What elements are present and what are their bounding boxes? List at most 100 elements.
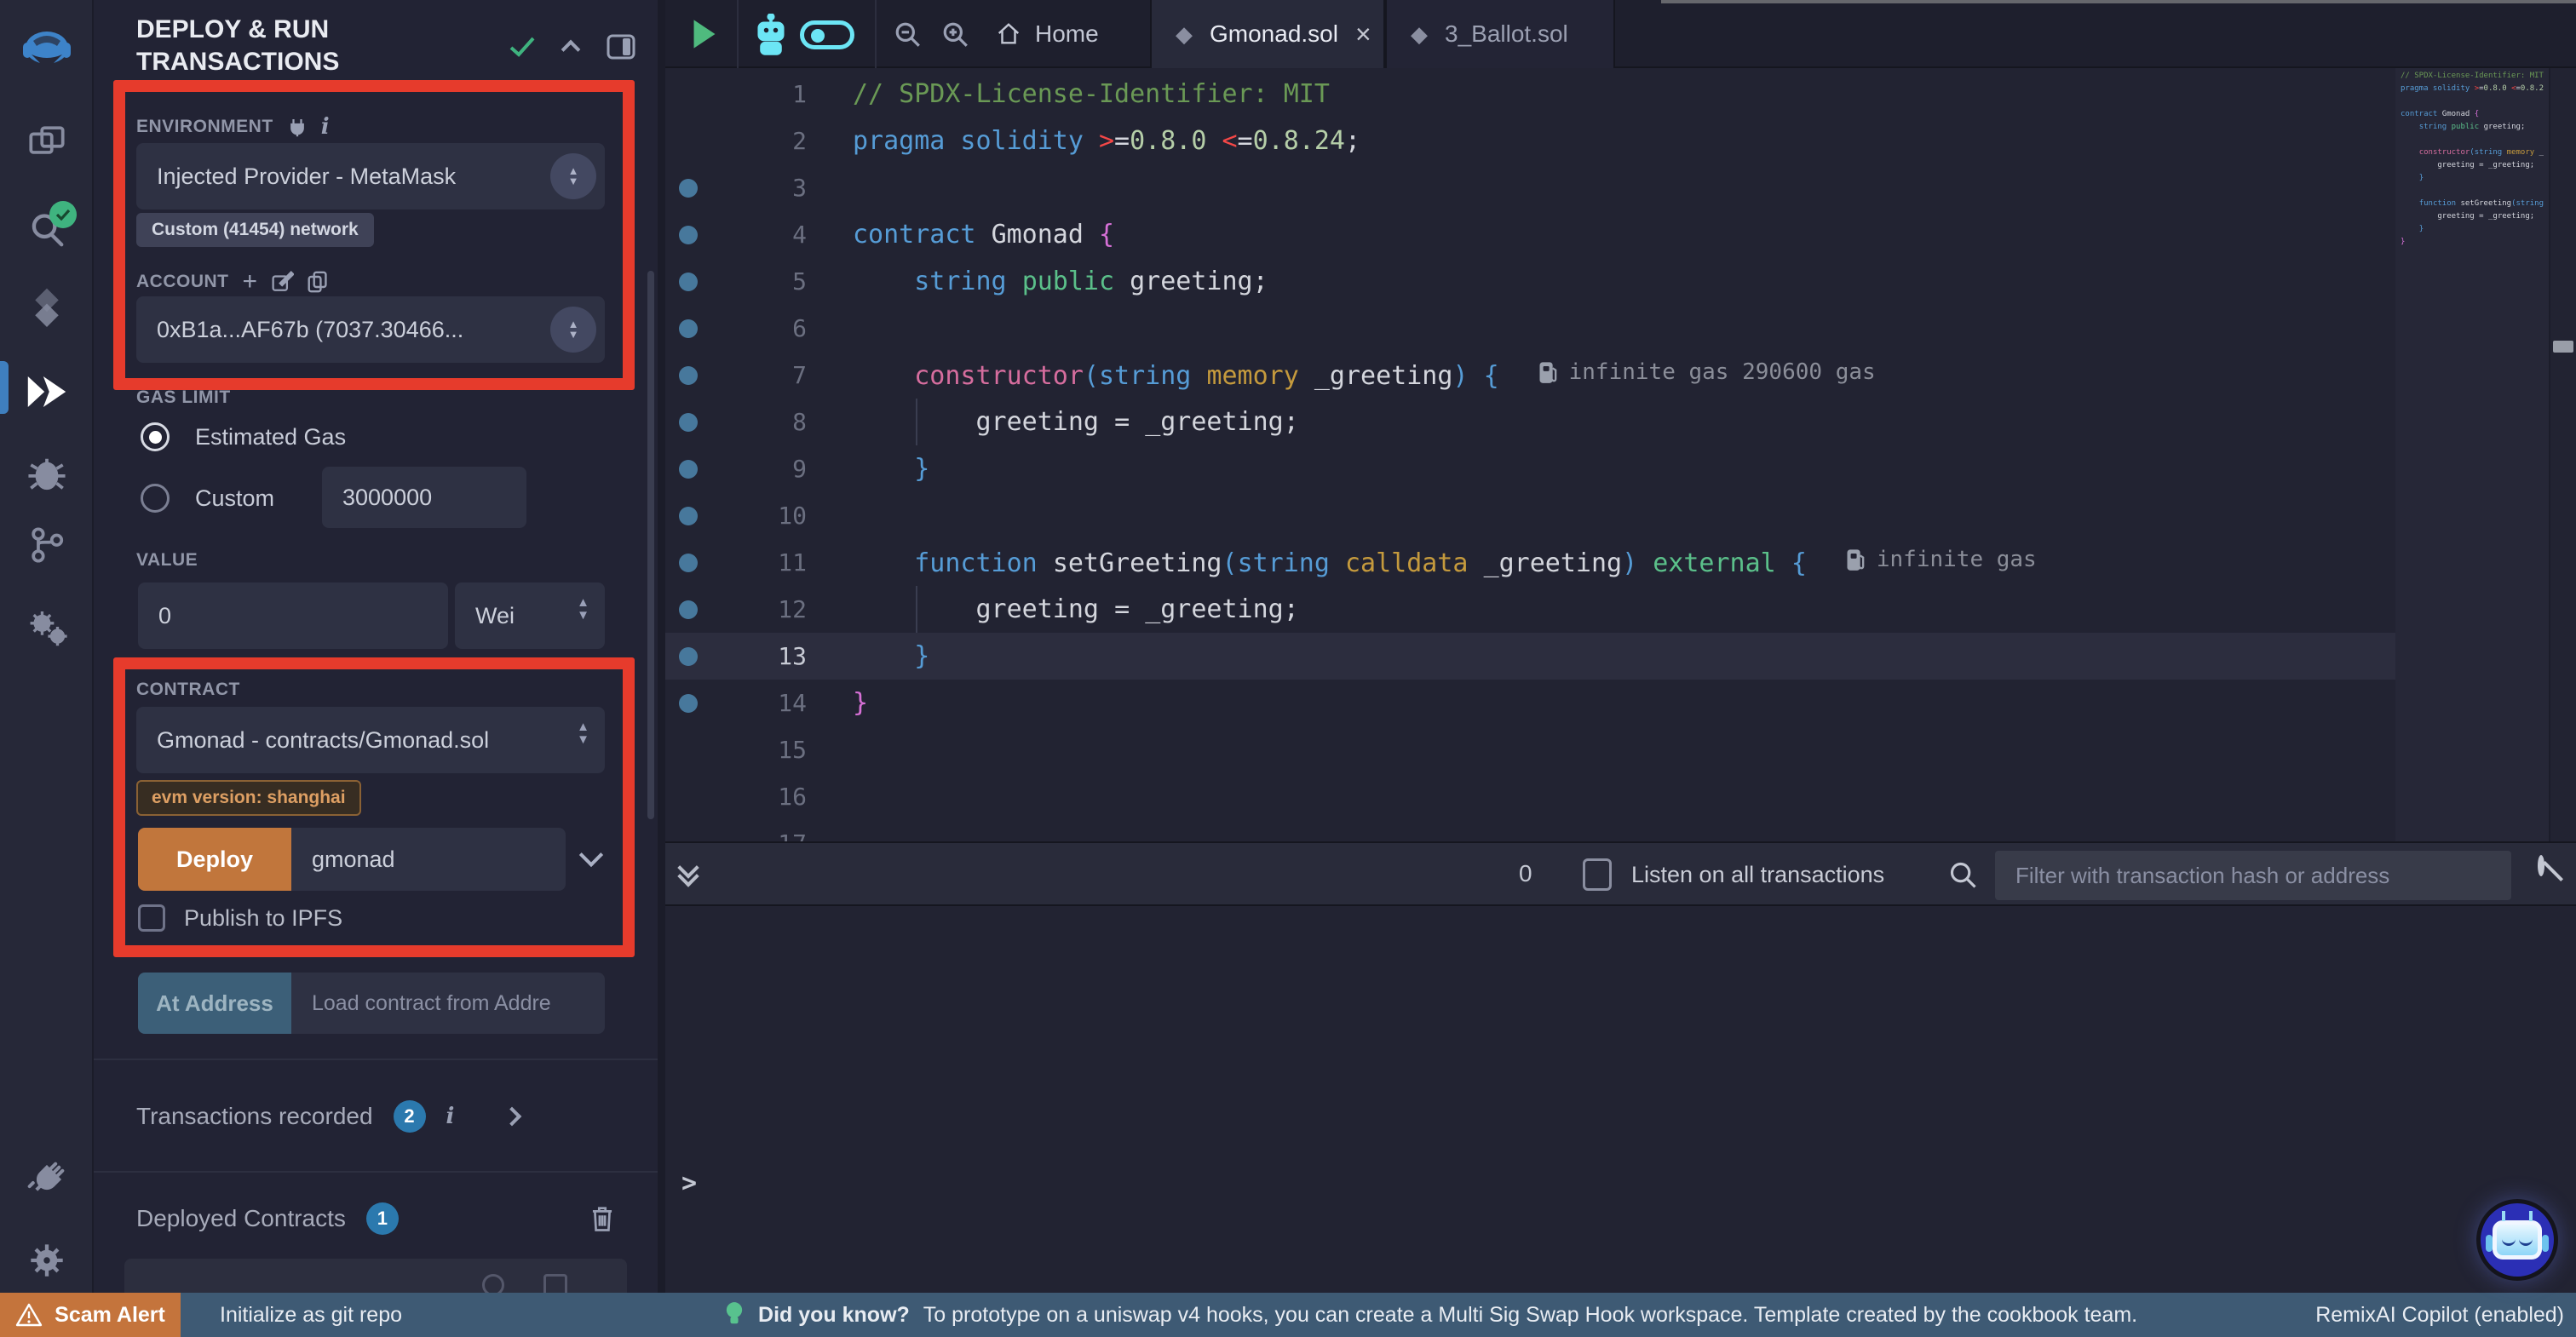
status-bar: Scam Alert Initialize as git repo Did yo… — [0, 1293, 2576, 1337]
line-marker-dot[interactable] — [665, 694, 711, 713]
code-line-11[interactable]: 11 function setGreeting(string calldata … — [665, 539, 2395, 586]
code-line-17[interactable]: 17 — [665, 820, 2395, 841]
line-marker-dot[interactable] — [665, 647, 711, 666]
scam-alert-button[interactable]: Scam Alert — [0, 1293, 181, 1337]
code-line-5[interactable]: 5 string public greeting; — [665, 258, 2395, 305]
tab-ballot[interactable]: ◆ 3_Ballot.sol — [1385, 0, 1615, 68]
line-marker-dot[interactable] — [665, 600, 711, 619]
publish-ipfs-row[interactable]: Publish to IPFS — [138, 904, 342, 932]
value-input[interactable] — [138, 582, 448, 649]
listen-transactions-checkbox[interactable] — [1583, 858, 1612, 891]
remix-logo-icon[interactable] — [0, 24, 94, 78]
transactions-recorded-row[interactable]: Transactions recorded 2 i — [136, 1100, 615, 1133]
remixai-robot-icon[interactable] — [752, 14, 790, 60]
estimated-gas-label: Estimated Gas — [195, 424, 346, 450]
transaction-filter-input[interactable] — [1995, 851, 2511, 900]
search-icon[interactable] — [0, 203, 94, 257]
zoom-in-icon[interactable] — [941, 20, 970, 54]
environment-stepper-icon[interactable]: ▲▼ — [550, 153, 596, 199]
clear-deployed-trash-icon[interactable] — [589, 1205, 615, 1232]
code-line-14[interactable]: 14} — [665, 680, 2395, 726]
collapse-panel-chevron-icon[interactable] — [561, 39, 581, 59]
line-marker-dot[interactable] — [665, 226, 711, 244]
line-marker-dot[interactable] — [665, 366, 711, 385]
custom-gas-option[interactable]: Custom — [141, 484, 274, 513]
code-line-16[interactable]: 16 — [665, 773, 2395, 820]
add-account-icon[interactable]: + — [243, 267, 258, 296]
contract-stepper-icon[interactable]: ▲▼ — [577, 720, 589, 746]
editor-body[interactable]: 1// SPDX-License-Identifier: MIT2pragma … — [665, 68, 2576, 841]
gas-limit-label: GAS LIMIT — [136, 387, 231, 408]
custom-gas-radio[interactable] — [141, 484, 170, 513]
tab-home[interactable]: Home — [996, 12, 1099, 56]
settings-gear-icon[interactable] — [0, 1233, 94, 1288]
environment-select[interactable]: Injected Provider - MetaMask ▲▼ — [136, 143, 605, 209]
debugger-bug-icon[interactable] — [0, 446, 94, 501]
minimap[interactable]: // SPDX-License-Identifier: MITpragma so… — [2395, 68, 2549, 841]
line-marker-dot[interactable] — [665, 319, 711, 338]
code-line-15[interactable]: 15 — [665, 726, 2395, 773]
estimated-gas-option[interactable]: Estimated Gas — [141, 422, 346, 451]
code-line-8[interactable]: 8 greeting = _greeting; — [665, 399, 2395, 445]
code-line-10[interactable]: 10 — [665, 492, 2395, 539]
transactions-info-icon[interactable]: i — [446, 1104, 455, 1129]
line-marker-dot[interactable] — [665, 179, 711, 198]
environment-info-icon[interactable]: i — [321, 114, 330, 140]
contract-select[interactable]: Gmonad - contracts/Gmonad.sol ▲▼ — [136, 707, 605, 773]
deploy-and-run-icon[interactable] — [0, 364, 94, 419]
custom-gas-input[interactable] — [322, 467, 526, 528]
tab-gmonad[interactable]: ◆ Gmonad.sol × — [1150, 0, 1385, 68]
solidity-compiler-icon[interactable] — [0, 281, 94, 336]
file-explorer-icon[interactable] — [0, 114, 94, 169]
close-tab-icon[interactable]: × — [1355, 19, 1371, 50]
editor-scrollbar-thumb[interactable] — [2553, 341, 2573, 353]
code-line-9[interactable]: 9 } — [665, 445, 2395, 492]
environment-plug-icon[interactable] — [287, 117, 308, 137]
git-init-button[interactable]: Initialize as git repo — [220, 1303, 402, 1328]
sign-message-icon[interactable] — [272, 271, 294, 293]
code-line-4[interactable]: 4contract Gmonad { — [665, 211, 2395, 258]
value-unit-stepper-icon[interactable]: ▲▼ — [577, 596, 589, 622]
deploy-expand-chevron-icon[interactable] — [579, 843, 603, 867]
solidity-file-icon: ◆ — [1176, 21, 1193, 48]
code-line-12[interactable]: 12 greeting = _greeting; — [665, 586, 2395, 633]
line-marker-dot[interactable] — [665, 507, 711, 525]
deploy-arg-input[interactable] — [291, 828, 566, 891]
code-line-2[interactable]: 2pragma solidity >=0.8.0 <=0.8.24; — [665, 118, 2395, 164]
scam-alert-label: Scam Alert — [55, 1303, 165, 1328]
clear-console-ban-icon[interactable] — [2538, 855, 2544, 876]
plug-icon[interactable] — [0, 1152, 94, 1207]
account-select[interactable]: 0xB1a...AF67b (7037.30466... ▲▼ — [136, 296, 605, 363]
value-unit-select[interactable]: Wei ▲▼ — [455, 582, 605, 649]
run-script-play-icon[interactable] — [691, 19, 718, 54]
line-marker-dot[interactable] — [665, 413, 711, 432]
terminal-prompt[interactable]: > — [681, 1168, 697, 1198]
zoom-out-icon[interactable] — [894, 20, 923, 54]
remixai-assistant-button[interactable] — [2476, 1199, 2558, 1281]
line-marker-dot[interactable] — [665, 554, 711, 572]
panel-scrollbar[interactable] — [647, 271, 654, 819]
line-marker-dot[interactable] — [665, 273, 711, 291]
account-stepper-icon[interactable]: ▲▼ — [550, 307, 596, 353]
terminal-search-icon[interactable] — [1948, 860, 1979, 895]
code-line-7[interactable]: 7 constructor(string memory _greeting) {… — [665, 352, 2395, 399]
code-line-1[interactable]: 1// SPDX-License-Identifier: MIT — [665, 71, 2395, 118]
pin-panel-icon[interactable] — [607, 34, 635, 64]
git-icon[interactable] — [0, 518, 94, 572]
code-line-6[interactable]: 6 — [665, 305, 2395, 352]
line-marker-dot[interactable] — [665, 460, 711, 479]
at-address-input[interactable] — [291, 973, 605, 1034]
transactions-expand-chevron-icon[interactable] — [503, 1107, 522, 1127]
code-line-3[interactable]: 3 — [665, 164, 2395, 211]
plugin-manager-gears-icon[interactable] — [0, 600, 94, 654]
publish-ipfs-checkbox[interactable] — [138, 904, 165, 932]
minimap-separator — [2549, 68, 2550, 841]
code-line-13[interactable]: 13 } — [665, 633, 2395, 680]
copy-account-icon[interactable] — [308, 271, 328, 293]
account-label: ACCOUNT — [136, 272, 229, 292]
copilot-toggle[interactable] — [800, 20, 854, 49]
estimated-gas-radio[interactable] — [141, 422, 170, 451]
deploy-button[interactable]: Deploy — [138, 828, 291, 891]
expand-terminal-chevrons-icon[interactable] — [681, 860, 696, 884]
at-address-button[interactable]: At Address — [138, 973, 291, 1034]
